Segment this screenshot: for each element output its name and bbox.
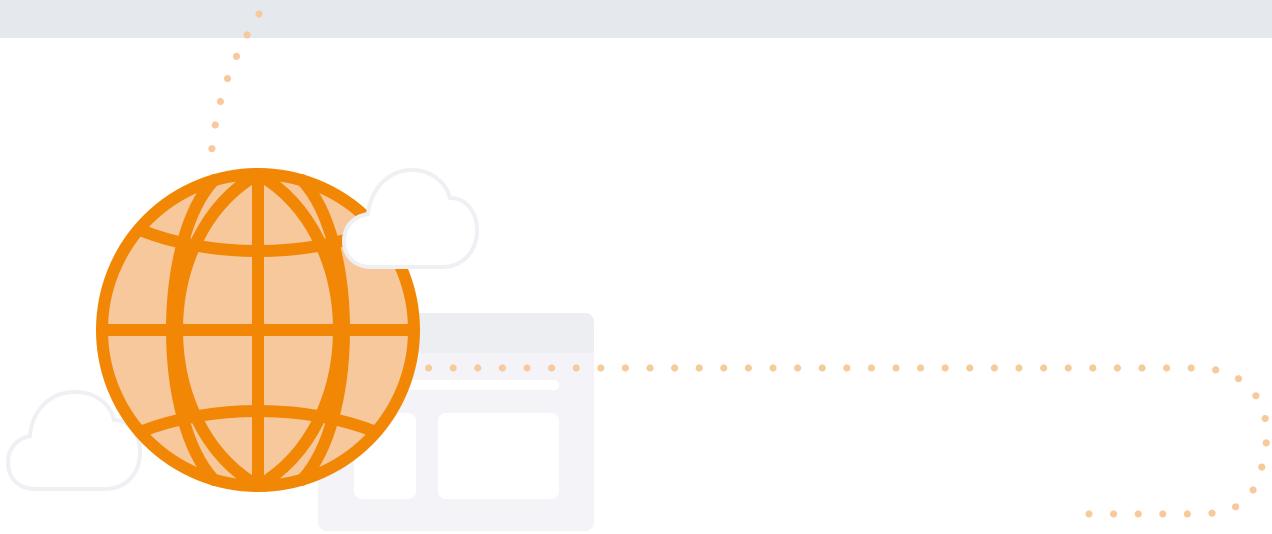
path-dot [843, 364, 851, 372]
path-dot [425, 364, 433, 372]
path-dot [523, 364, 531, 372]
path-dot [1262, 439, 1270, 447]
path-dot [1040, 364, 1048, 372]
path-dot [548, 364, 556, 372]
path-dot [1232, 503, 1240, 511]
path-dot [223, 75, 232, 83]
illustration-canvas [0, 0, 1272, 534]
path-dot [1064, 364, 1072, 372]
path-dot [1110, 510, 1118, 518]
cloud-icon [341, 167, 480, 269]
path-dot [243, 31, 251, 39]
path-dot [1261, 414, 1269, 423]
path-dot [211, 121, 219, 129]
path-dot [966, 364, 974, 372]
path-dot [597, 364, 605, 372]
path-dot [1015, 364, 1023, 372]
path-dot [1134, 510, 1142, 518]
path-dot [255, 10, 263, 18]
path-dot [720, 364, 728, 372]
path-dot [769, 364, 777, 372]
path-dot [794, 364, 802, 372]
path-dot [1085, 510, 1093, 518]
path-dot [1187, 364, 1195, 372]
path-dot [621, 364, 630, 372]
path-dot [646, 364, 654, 372]
path-dot [671, 364, 679, 372]
path-dot [1183, 510, 1191, 518]
path-dot [744, 364, 753, 372]
path-dot [572, 364, 580, 372]
path-dot [208, 145, 216, 153]
path-dot [990, 364, 999, 372]
path-dot [917, 364, 925, 372]
path-dot [818, 364, 826, 372]
path-dot [941, 364, 949, 372]
path-dot [474, 364, 482, 372]
path-dot [1212, 366, 1220, 374]
path-dot [867, 364, 876, 372]
path-dot [1138, 364, 1146, 372]
path-dot [1089, 364, 1097, 372]
network-illustration [5, 10, 1270, 531]
dotted-path-top [208, 10, 263, 153]
path-dot [1208, 509, 1216, 517]
path-dot [1159, 510, 1167, 518]
path-dot [695, 364, 703, 372]
path-dot [1163, 364, 1171, 372]
path-dot [892, 364, 900, 372]
path-dot [449, 364, 457, 372]
path-dot [216, 97, 224, 106]
path-dot [232, 52, 241, 61]
path-dot [1258, 463, 1266, 471]
path-dot [1234, 375, 1243, 383]
path-dot [1113, 364, 1121, 372]
path-dot [1252, 392, 1260, 400]
path-dot [1249, 486, 1257, 494]
path-dot [498, 364, 506, 372]
